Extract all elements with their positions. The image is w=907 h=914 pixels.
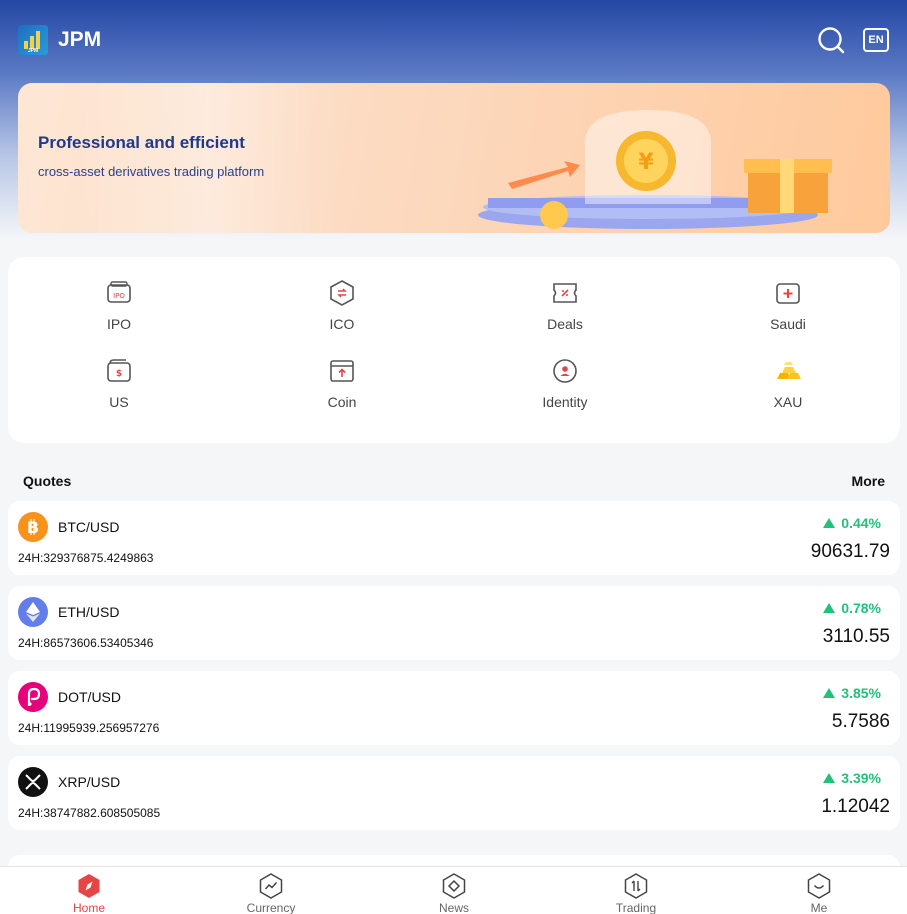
promo-banner[interactable]: Professional and efficient cross-asset d… <box>18 83 890 233</box>
ipo-icon: IPO <box>107 281 131 303</box>
menu-item-saudi[interactable]: Saudi <box>728 279 848 332</box>
quote-price: 90631.79 <box>810 541 890 562</box>
quote-change-value: 0.78% <box>841 600 881 616</box>
feature-grid: IPO IPO ICO Deals Saudi $ US Coin Identi… <box>8 257 900 443</box>
quote-pair: ETH/USD <box>58 604 120 620</box>
menu-item-ico[interactable]: ICO <box>282 279 402 332</box>
quote-price: 1.12042 <box>821 796 890 817</box>
menu-item-coin[interactable]: Coin <box>282 357 402 410</box>
logo-text: JPM <box>27 48 39 54</box>
menu-label-ipo: IPO <box>106 316 132 332</box>
menu-label-xau: XAU <box>773 394 803 410</box>
brand-name: JPM <box>58 28 102 51</box>
quote-volume: 24H:11995939.256957276 <box>18 721 160 735</box>
quote-volume: 24H:38747882.608505085 <box>18 806 161 820</box>
brand-logo[interactable]: JPM <box>18 25 48 55</box>
quote-volume: 24H:329376875.4249863 <box>18 551 154 565</box>
quote-change: 0.44% <box>823 515 881 531</box>
menu-label-us: US <box>109 394 129 410</box>
menu-item-ipo[interactable]: IPO IPO <box>59 279 179 332</box>
quotes-header: Quotes More <box>23 473 885 489</box>
bitcoin-icon: B <box>18 512 48 542</box>
polkadot-icon <box>18 682 48 712</box>
tab-news[interactable]: News <box>404 873 504 914</box>
home-compass-icon <box>78 874 100 898</box>
ico-hexagon-icon <box>330 280 354 306</box>
quote-change-value: 3.85% <box>841 685 881 701</box>
bottom-tab-bar: Home Currency News Trading Me <box>0 866 907 914</box>
up-triangle-icon <box>823 603 836 613</box>
up-triangle-icon <box>823 518 836 528</box>
tab-label: Me <box>810 901 828 914</box>
tab-label: Trading <box>615 901 657 914</box>
tab-trading[interactable]: Trading <box>586 873 686 914</box>
us-wallet-icon: $ <box>107 359 131 382</box>
app-header: JPM JPM EN <box>0 0 907 80</box>
deals-ticket-icon <box>553 283 577 303</box>
banner-subtitle: cross-asset derivatives trading platform <box>38 164 265 179</box>
tab-currency[interactable]: Currency <box>221 873 321 914</box>
menu-label-saudi: Saudi <box>770 316 806 332</box>
quote-pair: XRP/USD <box>58 774 121 790</box>
quote-price: 3110.55 <box>822 626 890 647</box>
menu-item-identity[interactable]: Identity <box>505 357 625 410</box>
tab-label: News <box>438 901 469 914</box>
menu-label-identity: Identity <box>542 394 588 410</box>
svg-text:¥: ¥ <box>638 150 654 175</box>
banner-title: Professional and efficient <box>38 133 245 152</box>
quote-change: 0.78% <box>823 600 881 616</box>
menu-item-xau[interactable]: XAU <box>728 357 848 410</box>
tab-label: Home <box>72 901 105 914</box>
xrp-icon <box>18 767 48 797</box>
language-button[interactable]: EN <box>863 28 889 52</box>
quote-change: 3.85% <box>823 685 881 701</box>
menu-label-coin: Coin <box>327 394 357 410</box>
tab-home[interactable]: Home <box>39 873 139 914</box>
currency-chart-icon <box>259 873 283 899</box>
language-label: EN <box>868 34 884 46</box>
identity-icon <box>553 359 577 383</box>
coin-box-icon <box>330 360 354 382</box>
news-diamond-icon <box>442 873 466 899</box>
tab-me[interactable]: Me <box>769 873 869 914</box>
quote-change-value: 3.39% <box>841 770 881 786</box>
search-icon[interactable] <box>817 26 845 54</box>
up-triangle-icon <box>823 773 836 783</box>
banner-illustration: ¥ <box>478 109 832 229</box>
ethereum-icon <box>18 597 48 627</box>
up-triangle-icon <box>823 688 836 698</box>
svg-text:B: B <box>27 518 39 536</box>
quotes-title: Quotes <box>23 473 72 489</box>
quote-pair: BTC/USD <box>58 519 120 535</box>
trading-arrows-icon <box>624 873 648 899</box>
tab-label: Currency <box>246 901 296 914</box>
quote-row-btc[interactable]: B BTC/USD 24H:329376875.4249863 0.44% 90… <box>8 501 900 575</box>
menu-label-deals: Deals <box>547 316 583 332</box>
quote-row-eth[interactable]: ETH/USD 24H:86573606.53405346 0.78% 3110… <box>8 586 900 660</box>
quote-pair: DOT/USD <box>58 689 121 705</box>
menu-label-ico: ICO <box>329 316 355 332</box>
quote-change: 3.39% <box>823 770 881 786</box>
quote-price: 5.7586 <box>831 711 890 732</box>
menu-item-deals[interactable]: Deals <box>505 279 625 332</box>
me-smile-icon <box>807 873 831 899</box>
quote-volume: 24H:86573606.53405346 <box>18 636 154 650</box>
svg-text:IPO: IPO <box>113 292 125 300</box>
menu-item-us[interactable]: $ US <box>59 357 179 410</box>
quote-row-dot[interactable]: DOT/USD 24H:11995939.256957276 3.85% 5.7… <box>8 671 900 745</box>
quote-change-value: 0.44% <box>841 515 881 531</box>
saudi-plus-icon <box>776 283 800 304</box>
quote-row-xrp[interactable]: XRP/USD 24H:38747882.608505085 3.39% 1.1… <box>8 756 900 830</box>
svg-text:$: $ <box>116 369 122 379</box>
quotes-more-link[interactable]: More <box>852 473 885 489</box>
gold-bars-icon <box>777 362 801 379</box>
